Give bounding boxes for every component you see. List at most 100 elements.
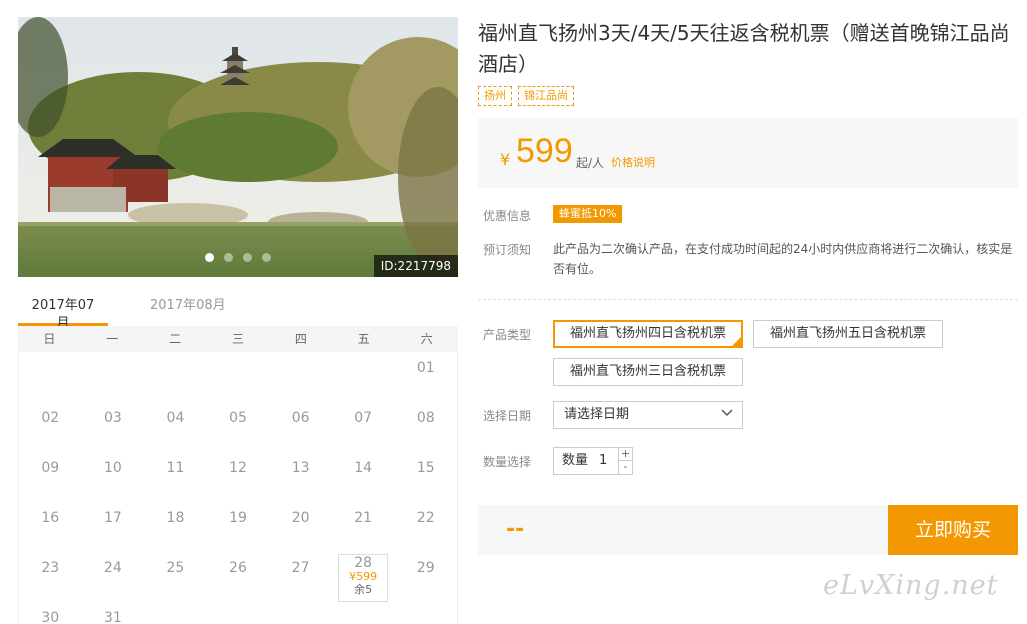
calendar-empty-cell — [332, 602, 395, 624]
calendar-day-remaining: 余5 — [354, 583, 373, 596]
quantity-stepper: 数量 1 + - — [553, 447, 633, 475]
promo-label: 优惠信息 — [483, 209, 532, 223]
calendar-day: 26 — [229, 560, 247, 576]
quantity-decrease-button[interactable]: - — [618, 461, 632, 474]
calendar-day: 20 — [291, 510, 310, 526]
calendar-day: 09 — [41, 460, 60, 476]
image-id-label: ID:2217798 — [373, 255, 458, 277]
calendar-day: 14 — [354, 460, 373, 476]
calendar-empty-cell — [144, 602, 207, 624]
promo-badge: 蜂蜜抵10% — [553, 205, 623, 223]
calendar-day: 27 — [291, 560, 310, 576]
date-select-value: 请选择日期 — [564, 407, 630, 422]
calendar-week-row: 01 — [19, 352, 457, 402]
section-divider — [478, 299, 1018, 300]
tab-month-july[interactable]: 2017年07月 — [18, 297, 108, 331]
calendar-day: 23 — [41, 560, 60, 576]
purchase-bar: -- 立即购买 — [478, 505, 1018, 555]
product-photo[interactable]: ID:2217798 — [18, 17, 458, 277]
total-price: -- — [506, 517, 525, 542]
calendar-day-available[interactable]: 28 ¥599 余5 — [337, 554, 389, 602]
slide-dot-2[interactable] — [224, 253, 233, 262]
calendar-grid: 01 02 03 04 05 06 07 08 09 10 11 12 13 14 15 16 17 18 19 20… — [18, 352, 458, 624]
calendar-week-row: 02 03 04 05 06 07 08 — [19, 402, 457, 452]
weekday-fri: 五 — [357, 332, 370, 346]
calendar-day: 04 — [166, 410, 185, 426]
slide-dot-1[interactable] — [205, 253, 214, 262]
calendar-empty-cell — [269, 352, 332, 402]
product-type-option-5day[interactable]: 福州直飞扬州五日含税机票 — [753, 320, 943, 348]
price-amount: 599 — [516, 132, 573, 170]
tab-month-august[interactable]: 2017年08月 — [142, 297, 234, 326]
calendar-month-tabs: 2017年07月 2017年08月 — [18, 293, 458, 331]
buy-now-button[interactable]: 立即购买 — [888, 505, 1018, 555]
calendar-day: 10 — [103, 460, 122, 476]
calendar-day: 07 — [354, 410, 373, 426]
calendar-day-number: 28 — [354, 555, 373, 571]
price-suffix: 起/人 — [576, 156, 605, 170]
calendar-empty-cell — [394, 602, 457, 624]
chevron-down-icon — [721, 409, 733, 417]
quantity-input[interactable]: 1 — [599, 448, 607, 474]
quantity-field-label: 数量 — [562, 453, 589, 468]
product-title: 福州直飞扬州3天/4天/5天往返含税机票（赠送首晚锦江品尚酒店） — [478, 21, 1010, 76]
calendar-day: 25 — [166, 560, 185, 576]
weekday-sat: 六 — [420, 332, 433, 346]
product-type-option-3day[interactable]: 福州直飞扬州三日含税机票 — [553, 358, 743, 386]
calendar-empty-cell — [144, 352, 207, 402]
price-explain-link[interactable]: 价格说明 — [611, 154, 655, 170]
calendar-day: 22 — [416, 510, 435, 526]
calendar-empty-cell — [19, 352, 82, 402]
slide-dot-3[interactable] — [243, 253, 252, 262]
calendar-day: 08 — [416, 410, 435, 426]
calendar-empty-cell — [82, 352, 145, 402]
weekday-tue: 二 — [169, 332, 182, 346]
calendar-week-row: 30 31 — [19, 602, 457, 624]
calendar-day: 12 — [229, 460, 247, 476]
calendar-day: 13 — [291, 460, 310, 476]
site-watermark: eLvXing.net — [823, 570, 999, 601]
weekday-sun: 日 — [43, 332, 56, 346]
date-label: 选择日期 — [483, 409, 532, 423]
currency-symbol: ¥ — [500, 150, 511, 169]
calendar-empty-cell — [269, 602, 332, 624]
date-select[interactable]: 请选择日期 — [553, 401, 743, 429]
calendar-day: 15 — [416, 460, 435, 476]
calendar-week-row: 16 17 18 19 20 21 22 — [19, 502, 457, 552]
tag-city[interactable]: 扬州 — [478, 86, 512, 106]
calendar-day: 30 — [41, 610, 60, 624]
slide-dot-4[interactable] — [262, 253, 271, 262]
calendar-day: 05 — [229, 410, 247, 426]
calendar-day: 17 — [103, 510, 122, 526]
calendar-day: 29 — [416, 560, 435, 576]
calendar-day: 06 — [291, 410, 310, 426]
calendar-day: 11 — [166, 460, 185, 476]
calendar-weekday-header: 日 一 二 三 四 五 六 — [18, 326, 458, 352]
calendar-week-row: 09 10 11 12 13 14 15 — [19, 452, 457, 502]
calendar-empty-cell — [332, 352, 395, 402]
notice-text: 此产品为二次确认产品，在支付成功时间起的24小时内供应商将进行二次确认，核实是否… — [553, 242, 1013, 276]
calendar-day: 03 — [103, 410, 122, 426]
calendar-day: 31 — [103, 610, 122, 624]
product-type-option-4day[interactable]: 福州直飞扬州四日含税机票 — [553, 320, 743, 348]
notice-label: 预订须知 — [483, 243, 532, 257]
calendar-day: 24 — [103, 560, 122, 576]
price-panel: ¥ 599 起/人 价格说明 — [478, 118, 1018, 188]
calendar-day: 01 — [416, 360, 435, 376]
product-type-label: 产品类型 — [483, 328, 532, 342]
product-tags: 扬州 锦江品尚 — [478, 86, 574, 106]
calendar-day: 18 — [166, 510, 185, 526]
weekday-thu: 四 — [294, 332, 307, 346]
calendar-week-row: 23 24 25 26 27 28 ¥599 余5 29 — [19, 552, 457, 602]
calendar-day-price: ¥599 — [349, 570, 378, 583]
calendar-day: 19 — [229, 510, 247, 526]
weekday-wed: 三 — [232, 332, 245, 346]
quantity-label: 数量选择 — [483, 455, 532, 469]
calendar-day: 16 — [41, 510, 60, 526]
calendar-empty-cell — [207, 352, 270, 402]
tag-hotel[interactable]: 锦江品尚 — [518, 86, 574, 106]
calendar-empty-cell — [207, 602, 270, 624]
slide-indicator — [205, 253, 271, 262]
weekday-mon: 一 — [106, 332, 119, 346]
calendar-day: 02 — [41, 410, 60, 426]
